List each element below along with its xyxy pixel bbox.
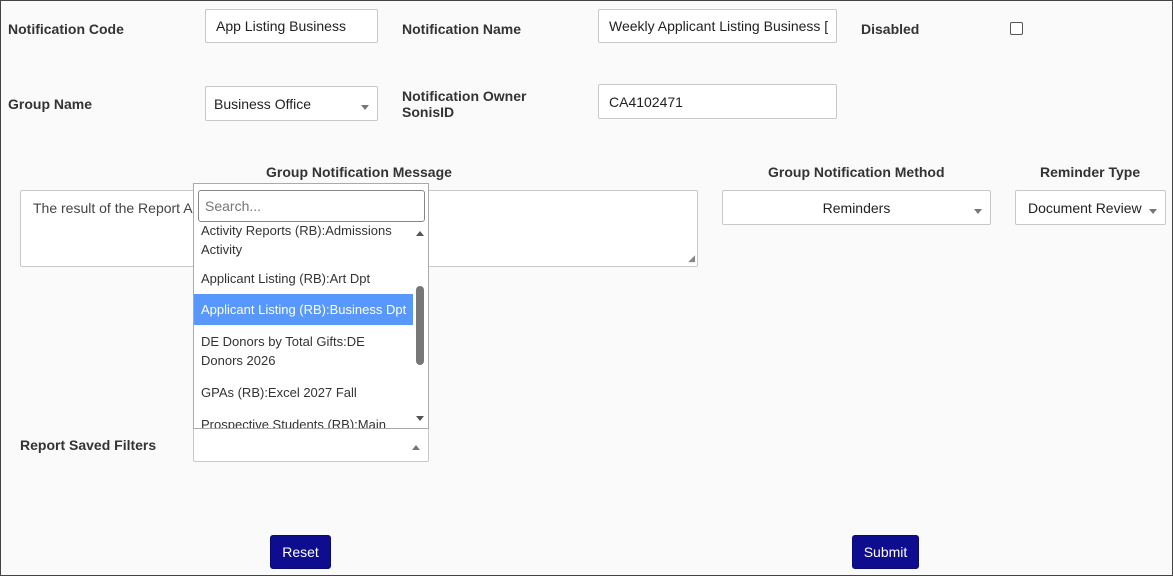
group-message-header: Group Notification Message (266, 164, 452, 180)
dropdown-option[interactable]: Applicant Listing (RB):Art Dpt (194, 262, 414, 294)
option-line1: Applicant Listing (RB):Art Dpt (201, 270, 371, 286)
option-line1: GPAs (RB):Excel 2027 Fall (201, 384, 357, 400)
group-name-value: Business Office (214, 95, 312, 112)
owner-label: Notification Owner SonisID (402, 88, 526, 120)
dropdown-list: Activity Reports (RB):Admissions Activit… (194, 224, 414, 428)
option-line1: Activity Reports (RB):Admissions (201, 224, 392, 238)
option-line1: DE Donors by Total Gifts:DE (201, 333, 365, 349)
group-method-value: Reminders (822, 199, 891, 216)
owner-label-line2: SonisID (402, 104, 455, 120)
scroll-up-icon[interactable] (416, 231, 424, 236)
notification-name-input[interactable]: Weekly Applicant Listing Business [ (598, 9, 837, 43)
option-line2: Activity (201, 242, 243, 257)
form-container: Notification Code App Listing Business N… (0, 0, 1173, 576)
group-message-text: The result of the Report A (33, 200, 193, 216)
report-filters-label: Report Saved Filters (20, 437, 157, 453)
submit-button[interactable]: Submit (852, 535, 919, 569)
reset-button[interactable]: Reset (270, 535, 331, 569)
dropdown-search-input[interactable]: Search... (198, 190, 425, 222)
group-name-label: Group Name (8, 96, 93, 112)
group-method-select[interactable]: Reminders (722, 190, 991, 225)
chevron-down-icon (974, 209, 982, 214)
disabled-label: Disabled (861, 21, 920, 37)
notification-name-label: Notification Name (402, 21, 522, 37)
dropdown-option[interactable]: Prospective Students (RB):Main (194, 408, 414, 429)
chevron-up-icon (412, 445, 420, 450)
chevron-down-icon (361, 105, 369, 110)
resize-handle-icon[interactable]: ◢ (688, 253, 695, 264)
owner-label-line1: Notification Owner (402, 88, 527, 104)
dropdown-option-selected[interactable]: Applicant Listing (RB):Business Dpt (194, 294, 414, 325)
owner-input[interactable]: CA4102471 (598, 84, 837, 119)
dropdown-scrollbar[interactable] (413, 224, 428, 428)
option-line2: Donors 2026 (201, 352, 276, 368)
group-name-select[interactable]: Business Office (205, 86, 378, 121)
scroll-down-icon[interactable] (416, 416, 424, 421)
report-filters-select[interactable] (193, 427, 429, 462)
report-filters-dropdown: Search... Activity Reports (RB):Admissio… (193, 183, 429, 429)
dropdown-option[interactable]: DE Donors by Total Gifts:DE Donors 2026 (194, 325, 414, 376)
dropdown-option[interactable]: GPAs (RB):Excel 2027 Fall (194, 376, 414, 408)
disabled-checkbox[interactable] (1010, 22, 1023, 35)
scrollbar-thumb[interactable] (416, 286, 424, 365)
dropdown-option[interactable]: Activity Reports (RB):Admissions Activit… (194, 224, 414, 262)
reminder-type-header: Reminder Type (1040, 164, 1141, 180)
notification-code-label: Notification Code (8, 21, 124, 37)
reminder-type-select[interactable]: Document Review (1015, 190, 1166, 225)
option-line1: Applicant Listing (RB):Business Dpt (201, 302, 407, 317)
option-line1: Prospective Students (RB):Main (201, 416, 386, 429)
notification-code-input[interactable]: App Listing Business (205, 9, 378, 43)
reminder-type-value: Document Review (1028, 199, 1142, 216)
chevron-down-icon (1149, 209, 1157, 214)
group-method-header: Group Notification Method (768, 164, 945, 180)
